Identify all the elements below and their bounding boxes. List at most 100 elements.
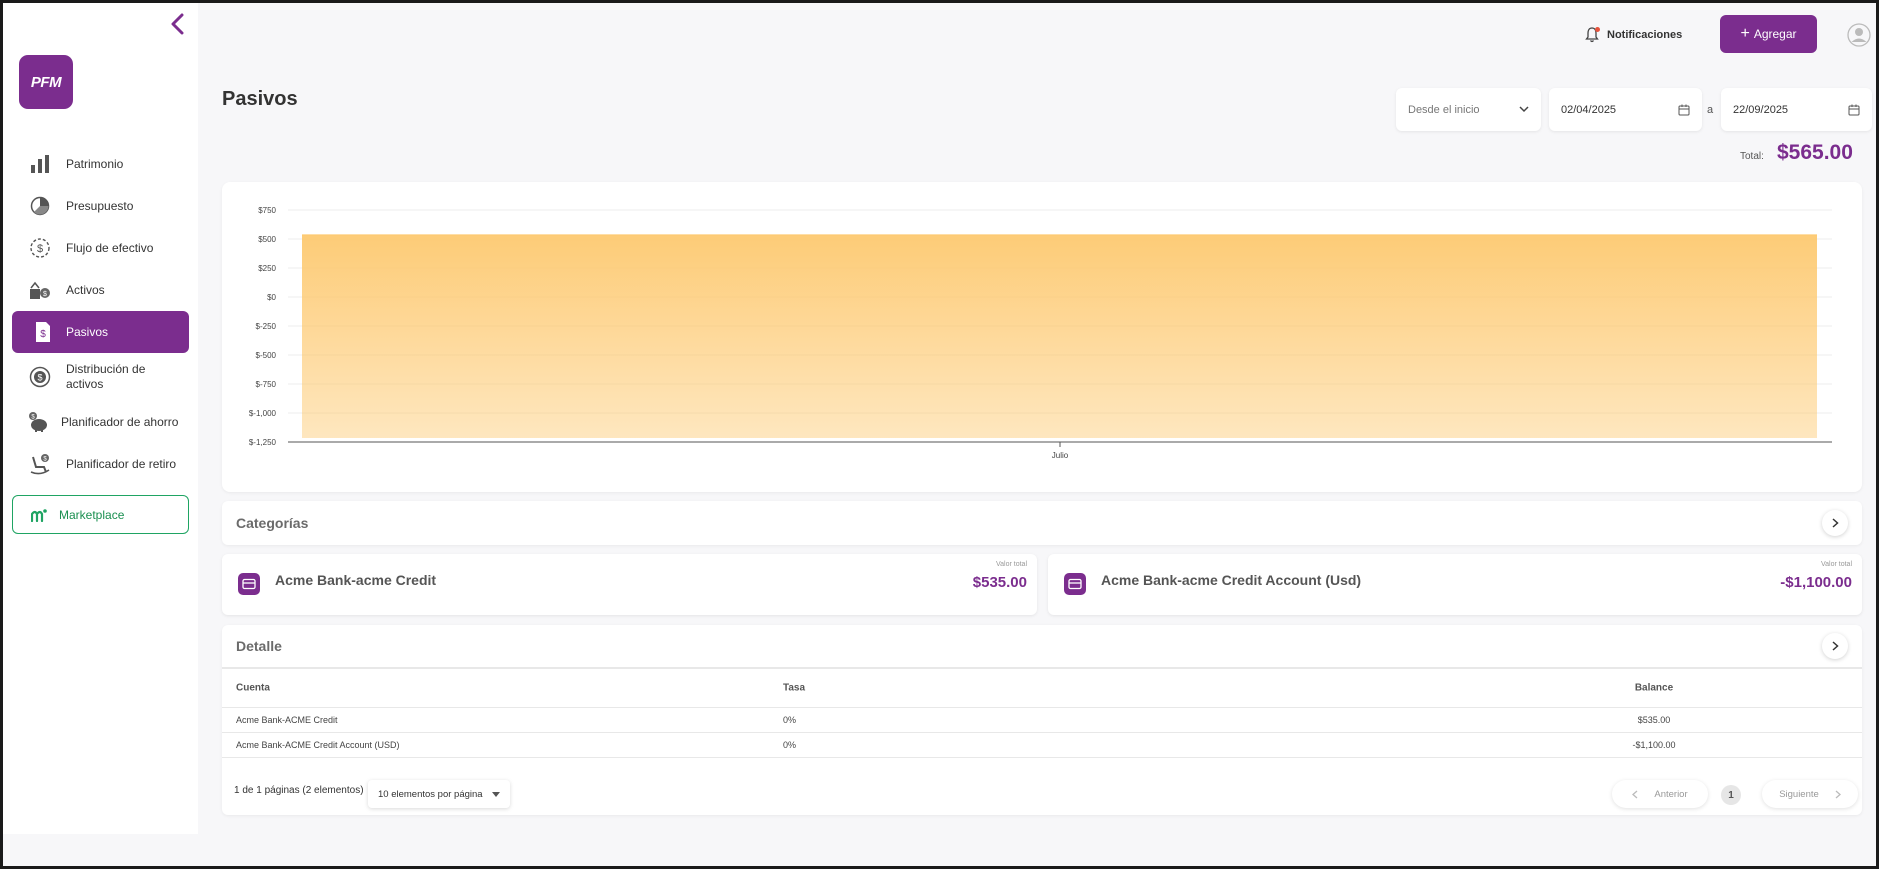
page-size-select[interactable]: 10 elementos por página bbox=[368, 780, 510, 808]
app-logo[interactable]: PFM bbox=[19, 55, 73, 109]
cell-rate: 0% bbox=[783, 740, 797, 750]
cell-rate: 0% bbox=[783, 715, 797, 725]
total-label: Total: bbox=[1740, 151, 1764, 162]
plus-icon: + bbox=[1740, 25, 1750, 42]
page-number-button[interactable]: 1 bbox=[1721, 785, 1741, 805]
category-card[interactable]: Acme Bank-acme Credit Account (Usd) Valo… bbox=[1048, 554, 1862, 615]
y-tick-label: $-250 bbox=[256, 322, 277, 331]
y-tick-label: $-750 bbox=[256, 380, 277, 389]
area-series[interactable] bbox=[302, 234, 1817, 438]
page-title: Pasivos bbox=[222, 88, 298, 110]
sidebar-item-activos[interactable]: $ Activos bbox=[3, 269, 198, 311]
marketplace-button[interactable]: Marketplace bbox=[12, 495, 189, 534]
period-select-value: Desde el inicio bbox=[1408, 103, 1480, 116]
assets-icon: $ bbox=[29, 279, 51, 301]
sidebar-item-presupuesto[interactable]: Presupuesto bbox=[3, 185, 198, 227]
y-tick-label: $0 bbox=[267, 293, 276, 302]
collapse-sidebar-button[interactable] bbox=[165, 11, 191, 37]
app-frame: PFM Patrimonio Presupuesto $ Flujo de ef… bbox=[3, 3, 1876, 866]
y-tick-label: $-500 bbox=[256, 351, 277, 360]
chevron-down-icon bbox=[1519, 106, 1529, 113]
category-value: -$1,100.00 bbox=[1780, 574, 1852, 591]
svg-text:$: $ bbox=[40, 329, 46, 340]
next-page-button[interactable]: Siguiente bbox=[1762, 780, 1858, 808]
detail-section: Detalle Cuenta Tasa Balance Acme Bank-AC… bbox=[222, 625, 1862, 815]
sidebar-item-patrimonio[interactable]: Patrimonio bbox=[3, 143, 198, 185]
add-button[interactable]: + Agregar bbox=[1720, 15, 1817, 53]
date-to-field[interactable]: 22/09/2025 bbox=[1721, 88, 1872, 131]
sidebar-item-label: Activos bbox=[66, 283, 105, 297]
table-row[interactable]: Acme Bank-ACME Credit 0% $535.00 bbox=[222, 708, 1862, 733]
sidebar-item-label: Presupuesto bbox=[66, 199, 134, 213]
credit-card-icon bbox=[1064, 573, 1086, 595]
table-header-row: Cuenta Tasa Balance bbox=[222, 669, 1862, 708]
sidebar-item-label: Planificador de retiro bbox=[66, 457, 177, 471]
sidebar-item-label: Flujo de efectivo bbox=[66, 241, 154, 255]
next-label: Siguiente bbox=[1779, 788, 1819, 800]
table-footer: 1 de 1 páginas (2 elementos) 10 elemento… bbox=[222, 758, 1862, 813]
sidebar-item-label: Patrimonio bbox=[66, 157, 124, 171]
category-name: Acme Bank-acme Credit Account (Usd) bbox=[1101, 572, 1362, 588]
previous-page-button[interactable]: Anterior bbox=[1612, 780, 1708, 808]
detail-expand-button[interactable] bbox=[1822, 633, 1848, 659]
calendar-icon bbox=[1848, 104, 1860, 115]
svg-text:$: $ bbox=[37, 243, 43, 255]
cell-account: Acme Bank-ACME Credit bbox=[236, 715, 338, 725]
period-select[interactable]: Desde el inicio bbox=[1396, 88, 1541, 131]
category-card[interactable]: Acme Bank-acme Credit Valor total $535.0… bbox=[222, 554, 1037, 615]
liabilities-chart: $750 $500 $250 $0 $-250 $-500 $-750 $-1,000 $-1,… bbox=[222, 182, 1862, 492]
x-tick-label: Julio bbox=[1052, 451, 1069, 460]
previous-label: Anterior bbox=[1654, 788, 1688, 800]
y-tick-label: $-1,000 bbox=[249, 409, 277, 418]
bar-chart-icon bbox=[29, 153, 51, 175]
category-name: Acme Bank-acme Credit bbox=[275, 572, 437, 588]
date-from-field[interactable]: 02/04/2025 bbox=[1549, 88, 1702, 131]
sidebar-item-label: Pasivos bbox=[66, 325, 109, 339]
column-header-balance[interactable]: Balance bbox=[1584, 683, 1724, 694]
cell-balance: -$1,100.00 bbox=[1632, 740, 1676, 750]
credit-card-icon bbox=[238, 573, 260, 595]
bell-icon bbox=[1585, 27, 1600, 43]
chevron-left-icon bbox=[171, 13, 184, 35]
caret-down-icon bbox=[492, 791, 500, 797]
category-value: $535.00 bbox=[972, 574, 1027, 591]
user-avatar[interactable] bbox=[1847, 23, 1871, 47]
detail-section-header: Detalle bbox=[222, 625, 1862, 669]
date-from-value: 02/04/2025 bbox=[1561, 103, 1617, 116]
table-row[interactable]: Acme Bank-ACME Credit Account (USD) 0% -… bbox=[222, 733, 1862, 758]
sidebar-item-planificador-de-ahorro[interactable]: $ Planificador de ahorro bbox=[3, 401, 198, 443]
categories-expand-button[interactable] bbox=[1822, 510, 1848, 536]
user-icon bbox=[1847, 23, 1871, 47]
cell-account: Acme Bank-ACME Credit Account (USD) bbox=[236, 740, 400, 750]
notifications-button[interactable]: Notificaciones bbox=[1585, 25, 1682, 45]
add-label: Agregar bbox=[1753, 27, 1797, 41]
category-value-label: Valor total bbox=[996, 561, 1027, 568]
pagination-info: 1 de 1 páginas (2 elementos) bbox=[234, 785, 364, 796]
column-header-tasa[interactable]: Tasa bbox=[783, 683, 805, 694]
coin-distribution-icon: $ bbox=[29, 366, 51, 388]
y-tick-label: $-1,250 bbox=[249, 438, 277, 447]
sidebar-item-distribucion-de-activos[interactable]: $ Distribución de activos bbox=[3, 353, 198, 401]
marketplace-label: Marketplace bbox=[59, 507, 125, 522]
column-header-cuenta[interactable]: Cuenta bbox=[236, 683, 270, 694]
liabilities-document-icon: $ bbox=[32, 321, 54, 343]
cash-flow-icon: $ bbox=[29, 237, 51, 259]
date-to-value: 22/09/2025 bbox=[1733, 103, 1789, 116]
svg-text:$: $ bbox=[37, 373, 42, 383]
sidebar: PFM Patrimonio Presupuesto $ Flujo de ef… bbox=[3, 3, 198, 834]
calendar-icon bbox=[1678, 104, 1690, 115]
sidebar-item-planificador-de-retiro[interactable]: $ Planificador de retiro bbox=[3, 443, 198, 485]
piggy-bank-icon: $ bbox=[27, 411, 49, 433]
sidebar-item-label: Distribución de activos bbox=[66, 362, 146, 391]
page-size-value: 10 elementos por página bbox=[378, 788, 483, 800]
sidebar-item-flujo-de-efectivo[interactable]: $ Flujo de efectivo bbox=[3, 227, 198, 269]
chevron-left-icon bbox=[1632, 790, 1638, 798]
sidebar-item-pasivos[interactable]: $ Pasivos bbox=[12, 311, 189, 353]
notification-dot bbox=[1595, 27, 1600, 32]
chevron-right-icon bbox=[1832, 518, 1839, 528]
chevron-right-icon bbox=[1832, 641, 1839, 651]
detail-title: Detalle bbox=[236, 638, 282, 654]
y-tick-label: $250 bbox=[258, 264, 276, 273]
pie-chart-icon bbox=[29, 195, 51, 217]
notifications-label: Notificaciones bbox=[1607, 29, 1683, 41]
